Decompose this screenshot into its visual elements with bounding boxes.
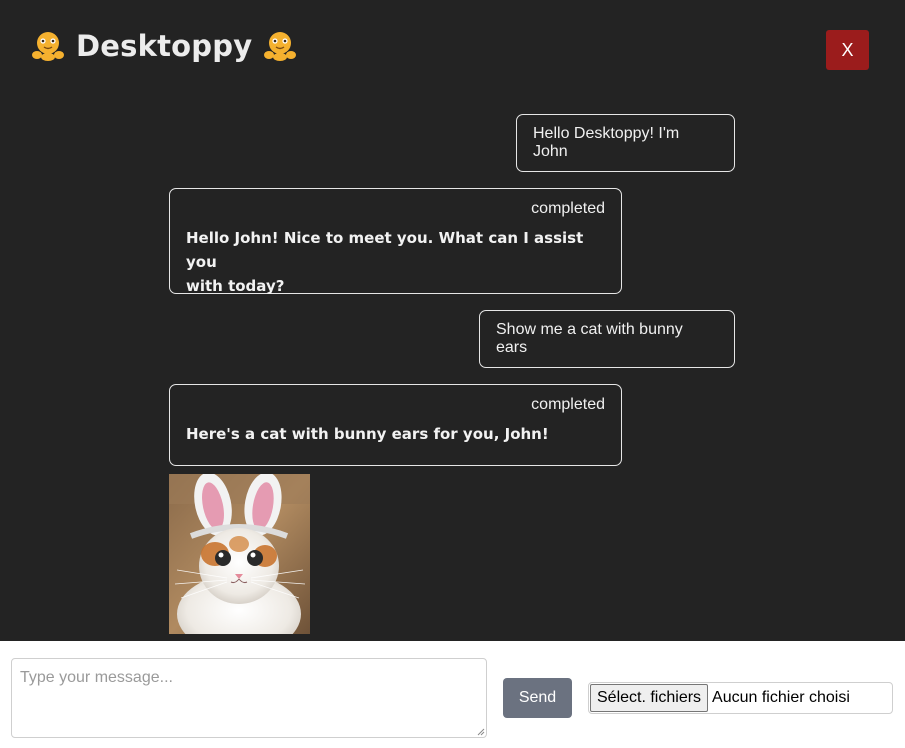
- chat-app: Desktoppy X Hello Desktoppy! I'm John co…: [0, 0, 905, 748]
- choose-files-button[interactable]: Sélect. fichiers: [590, 684, 709, 712]
- message-line: Hello John! Nice to meet you. What can I…: [186, 229, 584, 271]
- cat-with-bunny-ears-image: [169, 474, 310, 634]
- app-title: Desktoppy: [76, 29, 253, 63]
- message-status: completed: [531, 396, 605, 413]
- message-line: with today?: [186, 277, 285, 295]
- file-status-text: Aucun fichier choisi: [712, 689, 850, 706]
- send-button[interactable]: Send: [503, 678, 572, 718]
- message-text: Hello John! Nice to meet you. What can I…: [186, 226, 605, 298]
- message-text: Hello Desktoppy! I'm John: [533, 125, 680, 160]
- message-line: Here's a cat with bunny ears for you, Jo…: [186, 425, 549, 443]
- user-message: Hello Desktoppy! I'm John: [516, 114, 735, 172]
- message-composer: Send Sélect. fichiers Aucun fichier choi…: [0, 641, 905, 748]
- user-message: Show me a cat with bunny ears: [479, 310, 735, 368]
- file-input[interactable]: Sélect. fichiers Aucun fichier choisi: [588, 682, 893, 714]
- close-button[interactable]: X: [826, 30, 869, 70]
- assistant-message: completed Hello John! Nice to meet you. …: [169, 188, 622, 295]
- assistant-message: completed Here's a cat with bunny ears f…: [169, 384, 622, 466]
- message-text: Here's a cat with bunny ears for you, Jo…: [186, 422, 605, 446]
- octopus-emoji-icon: [32, 32, 64, 61]
- octopus-emoji-icon: [264, 32, 297, 61]
- message-input[interactable]: [11, 658, 487, 738]
- message-status: completed: [531, 200, 605, 217]
- message-text: Show me a cat with bunny ears: [496, 321, 683, 356]
- resize-handle-icon[interactable]: [477, 728, 485, 736]
- app-header: Desktoppy: [30, 28, 298, 64]
